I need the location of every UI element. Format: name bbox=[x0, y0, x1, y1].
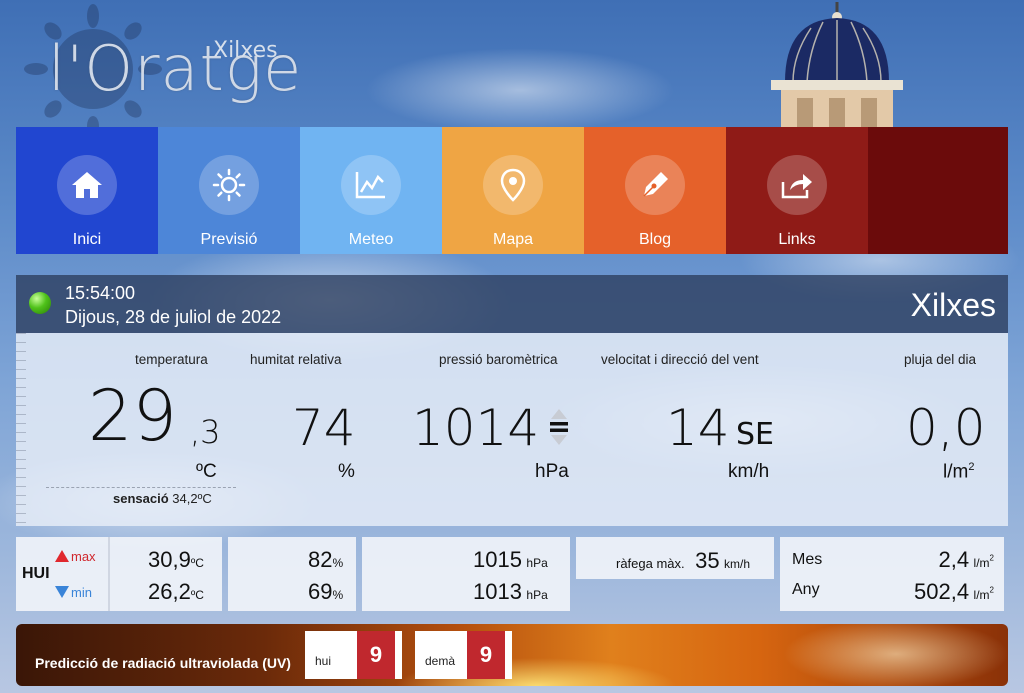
rain-totals-box: Mes Any 2,4 l/m2 502,4 l/m2 bbox=[780, 537, 1004, 611]
nav-label-inici: Inici bbox=[72, 231, 102, 248]
hum-max: 82% bbox=[308, 547, 344, 572]
nav-label-meteo: Meteo bbox=[348, 231, 394, 248]
press-min: 1013 hPa bbox=[473, 579, 548, 604]
temperature-dec: ,3 bbox=[190, 413, 221, 451]
uv-forecast-bar: Predicció de radiació ultraviolada (UV) … bbox=[16, 624, 1008, 686]
nav-label-mapa: Mapa bbox=[492, 231, 534, 248]
nav-item-mapa[interactable]: Mapa bbox=[442, 127, 584, 254]
humidity-value: 74 bbox=[292, 399, 356, 457]
current-conditions: temperatura 29 ,3 ºC sensació 34,2ºC hum… bbox=[16, 333, 1008, 526]
home-icon bbox=[57, 155, 117, 215]
today-gust-box: ràfega màx. 35 km/h bbox=[576, 537, 774, 579]
today-pressure-box: 1015 hPa 1013 hPa bbox=[362, 537, 570, 611]
humidity-unit: % bbox=[338, 461, 355, 482]
map-pin-icon bbox=[483, 155, 543, 215]
rain-year-value: 502,4 l/m2 bbox=[914, 579, 994, 604]
uv-tomorrow-value: 9 bbox=[467, 631, 505, 679]
temperature-label: temperatura bbox=[135, 352, 208, 367]
nav-item-meteo[interactable]: Meteo bbox=[300, 127, 442, 254]
update-date: Dijous, 28 de juliol de 2022 bbox=[65, 307, 282, 327]
main-navigation: Inici Previsió Meteo Mapa Blog Links bbox=[16, 127, 1008, 254]
hum-min: 69% bbox=[308, 579, 344, 604]
nav-item-inici[interactable]: Inici bbox=[16, 127, 158, 254]
temperature-unit: ºC bbox=[196, 461, 217, 482]
uv-title: Predicció de radiació ultraviolada (UV) bbox=[35, 655, 291, 671]
station-header: 15:54:00 Dijous, 28 de juliol de 2022 Xi… bbox=[16, 275, 1008, 333]
uv-today-label: hui bbox=[315, 654, 332, 668]
min-arrow-icon bbox=[55, 586, 69, 598]
rain-year-label: Any bbox=[792, 581, 820, 598]
temperature-int: 29 bbox=[88, 375, 178, 457]
pen-icon bbox=[625, 155, 685, 215]
update-time: 15:54:00 bbox=[65, 283, 136, 303]
nav-filler bbox=[868, 127, 1008, 254]
wind-direction: SE bbox=[736, 417, 774, 452]
pressure-value: 1014 bbox=[412, 399, 540, 457]
nav-label-previsio: Previsió bbox=[200, 231, 258, 248]
max-arrow-icon bbox=[55, 550, 69, 562]
share-icon bbox=[767, 155, 827, 215]
rain-month-value: 2,4 l/m2 bbox=[938, 547, 995, 572]
temp-max: 30,9ºC bbox=[148, 547, 204, 572]
nav-label-links: Links bbox=[778, 231, 816, 248]
rain-month-label: Mes bbox=[792, 551, 823, 568]
rain-value: 0,0 bbox=[906, 399, 986, 457]
rain-label: pluja del dia bbox=[904, 352, 977, 367]
church-dome-image bbox=[771, 2, 903, 130]
max-label: max bbox=[71, 549, 96, 564]
temp-min: 26,2ºC bbox=[148, 579, 204, 604]
today-temperature-box: HUI max min 30,9ºC 26,2ºC bbox=[16, 537, 222, 611]
feels-like: sensació 34,2ºC bbox=[113, 491, 212, 506]
ruler-decoration bbox=[16, 333, 42, 526]
today-humidity-box: 82% 69% bbox=[228, 537, 356, 611]
wind-unit: km/h bbox=[728, 461, 770, 482]
gust: ràfega màx. 35 km/h bbox=[616, 548, 751, 573]
today-label: HUI bbox=[22, 565, 50, 582]
wind-label: velocitat i direcció del vent bbox=[601, 352, 759, 367]
temperature-divider bbox=[46, 487, 236, 488]
logo-subtitle: Xilxes bbox=[213, 38, 278, 63]
wind-speed: 14 bbox=[666, 399, 730, 457]
rain-unit: l/m2 bbox=[943, 461, 975, 483]
nav-item-previsio[interactable]: Previsió bbox=[158, 127, 300, 254]
sun-icon bbox=[199, 155, 259, 215]
station-name: Xilxes bbox=[910, 287, 996, 323]
uv-today: hui 9 bbox=[305, 631, 402, 679]
pressure-unit: hPa bbox=[535, 461, 569, 482]
nav-item-blog[interactable]: Blog bbox=[584, 127, 726, 254]
online-status-icon bbox=[29, 292, 51, 314]
site-logo[interactable]: l'Oratge Xilxes bbox=[18, 4, 338, 134]
uv-today-value: 9 bbox=[357, 631, 395, 679]
pressure-label: pressió baromètrica bbox=[439, 352, 558, 367]
press-max: 1015 hPa bbox=[473, 547, 548, 572]
min-label: min bbox=[71, 585, 92, 600]
nav-label-blog: Blog bbox=[638, 231, 672, 248]
humidity-label: humitat relativa bbox=[250, 352, 342, 367]
uv-tomorrow: demà 9 bbox=[415, 631, 512, 679]
nav-item-links[interactable]: Links bbox=[726, 127, 868, 254]
uv-tomorrow-label: demà bbox=[425, 654, 456, 668]
divider bbox=[108, 537, 110, 611]
pressure-trend-icon bbox=[547, 407, 571, 447]
feels-like-value: 34,2ºC bbox=[172, 491, 212, 506]
chart-icon bbox=[341, 155, 401, 215]
feels-like-label: sensació bbox=[113, 491, 169, 506]
